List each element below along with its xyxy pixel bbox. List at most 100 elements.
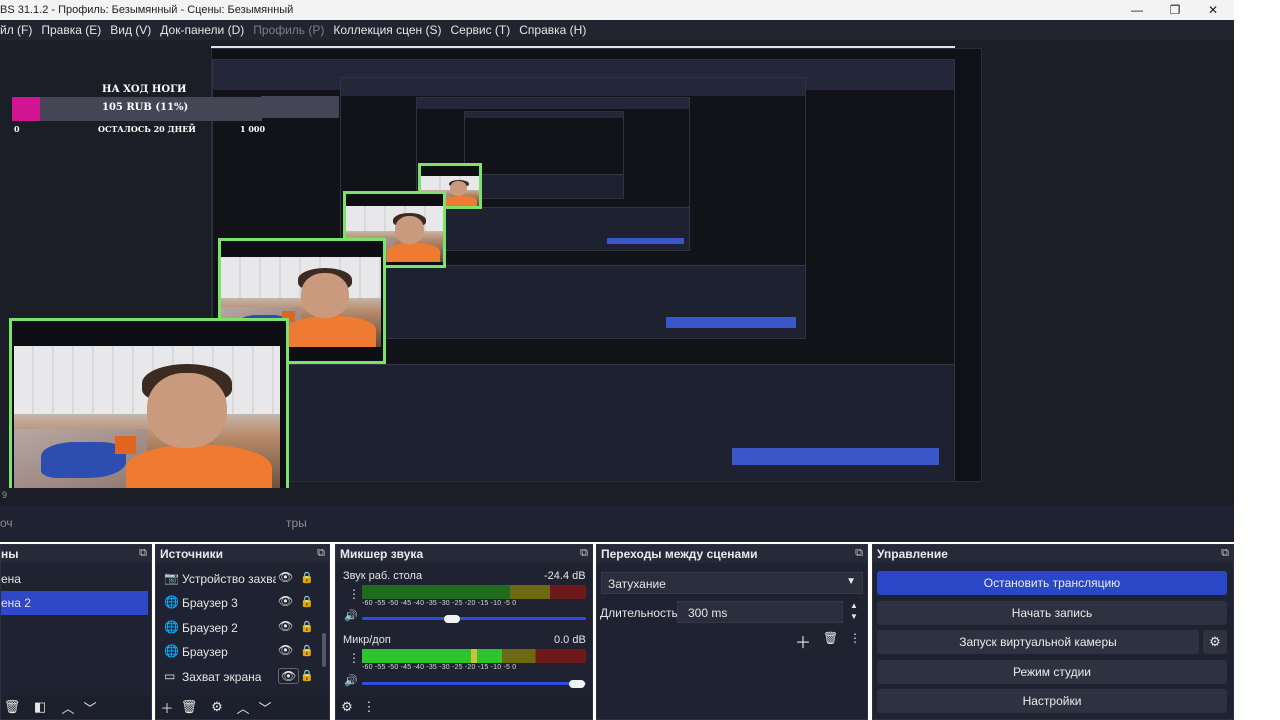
scene-item-2[interactable]: ена 2 <box>1 591 148 615</box>
lock-icon[interactable]: 🔒 <box>300 620 314 633</box>
sources-header: Источники ⧉ <box>156 545 329 563</box>
scene-filters-icon[interactable]: ◧ <box>29 699 51 715</box>
transitions-header: Переходы между сценами ⧉ <box>597 545 867 563</box>
menu-docks[interactable]: Док-панели (D) <box>160 20 244 40</box>
menu-view[interactable]: Вид (V) <box>110 20 151 40</box>
popout-icon[interactable]: ⧉ <box>1221 547 1229 560</box>
webcam-image <box>14 346 280 488</box>
lock-icon[interactable]: 🔒 <box>300 595 314 608</box>
move-down-icon[interactable]: ﹀ <box>254 698 276 717</box>
goal-days-left: ОСТАЛОСЬ 20 ДНЕЙ <box>98 124 196 134</box>
maximize-button[interactable]: ❐ <box>1156 0 1194 20</box>
volume-slider-knob[interactable] <box>443 615 460 623</box>
remove-source-icon[interactable]: 🗑 <box>178 699 200 715</box>
virtual-camera-button[interactable]: Запуск виртуальной камеры <box>877 630 1199 654</box>
move-up-icon[interactable]: ︿ <box>232 698 254 717</box>
preview-bottom-text: 9 <box>2 490 8 500</box>
popout-icon[interactable]: ⧉ <box>317 547 325 560</box>
close-button[interactable]: ✕ <box>1194 0 1232 20</box>
controls-dock: Управление ⧉ Остановить трансляцию Начат… <box>872 544 1234 720</box>
speaker-icon[interactable]: 🔊 <box>344 674 358 687</box>
source-item[interactable]: ▭ Захват экрана 👁 🔒 <box>160 665 324 689</box>
goal-min: 0 <box>14 124 20 134</box>
webcam-frame[interactable] <box>9 318 289 488</box>
title-bar: BS 31.1.2 - Профиль: Безымянный - Сцены:… <box>0 0 1234 20</box>
lock-icon[interactable]: 🔒 <box>300 669 314 682</box>
mixer-settings-icon[interactable]: ⚙ <box>336 699 358 715</box>
studio-mode-button[interactable]: Режим студии <box>877 660 1227 684</box>
eye-icon[interactable]: 👁 <box>278 594 293 608</box>
volume-meter-active <box>362 655 502 663</box>
lock-icon[interactable]: 🔒 <box>300 644 314 657</box>
meter-scale: -60 -55 -50 -45 -40 -35 -30 -25 -20 -15 … <box>362 664 517 671</box>
tab-filters-label[interactable]: тры <box>286 516 307 530</box>
goal-progress-fill <box>12 97 40 121</box>
volume-slider[interactable] <box>362 617 586 620</box>
remove-transition-icon[interactable]: 🗑 <box>823 631 838 645</box>
eye-icon[interactable]: 👁 <box>278 570 293 584</box>
sources-toolbar: ＋ 🗑 ⚙ ︿ ﹀ <box>156 695 329 719</box>
start-record-button[interactable]: Начать запись <box>877 601 1227 625</box>
stop-stream-button[interactable]: Остановить трансляцию <box>877 571 1227 595</box>
source-item[interactable]: 📷 Устройство захва 👁 🔒 <box>160 567 324 591</box>
minimize-button[interactable]: — <box>1118 0 1156 20</box>
preview-area[interactable]: НА ХОД НОГИ 105 RUB (11%) 0 ОСТАЛОСЬ 20 … <box>0 40 1234 488</box>
duration-label: Длительность <box>600 606 678 620</box>
sources-dock: Источники ⧉ 📷 Устройство захва 👁 🔒 🌐 Бра… <box>155 544 330 720</box>
globe-icon: 🌐 <box>164 644 179 658</box>
channel-menu-icon[interactable]: ⋮ <box>348 587 360 601</box>
preview-bottom-strip <box>0 488 1234 506</box>
transition-select[interactable]: Затухание ▼ <box>601 572 863 594</box>
desktop-background <box>1234 0 1280 720</box>
menu-help[interactable]: Справка (H) <box>519 20 586 40</box>
lock-icon[interactable]: 🔒 <box>300 571 314 584</box>
nested-menubar <box>341 78 805 97</box>
eye-icon[interactable]: 👁 <box>278 619 293 633</box>
eye-icon[interactable]: 👁 <box>278 643 293 657</box>
virtual-camera-settings-icon[interactable]: ⚙ <box>1203 630 1227 654</box>
mixer-dock: Микшер звука ⧉ Звук раб. стола -24.4 dB … <box>335 544 593 720</box>
menu-profile[interactable]: Профиль (P) <box>253 20 324 40</box>
source-properties-icon[interactable]: ⚙ <box>206 699 228 715</box>
nested-panels <box>465 173 623 198</box>
tab-left-label[interactable]: оч <box>0 516 13 530</box>
popout-icon[interactable]: ⧉ <box>139 547 147 560</box>
volume-slider[interactable] <box>362 682 586 685</box>
move-down-icon[interactable]: ﹀ <box>79 698 101 717</box>
duration-input[interactable]: 300 ms <box>677 601 843 623</box>
volume-slider-knob[interactable] <box>569 680 586 688</box>
duration-value: 300 ms <box>688 606 728 620</box>
add-transition-icon[interactable]: ＋ <box>795 629 811 653</box>
menu-file[interactable]: йл (F) <box>0 20 32 40</box>
source-item[interactable]: 🌐 Браузер 3 👁 🔒 <box>160 591 324 615</box>
settings-button[interactable]: Настройки <box>877 689 1227 713</box>
add-source-icon[interactable]: ＋ <box>156 698 178 717</box>
dock-tabs-row <box>0 506 1234 542</box>
channel-menu-icon[interactable]: ⋮ <box>348 651 360 665</box>
source-item[interactable]: 🌐 Браузер 2 👁 🔒 <box>160 616 324 640</box>
controls-title: Управление <box>877 547 948 561</box>
move-up-icon[interactable]: ︿ <box>57 698 79 717</box>
transition-menu-icon[interactable]: ⋮ <box>849 631 861 645</box>
scenes-toolbar: 🗑 ◧ ︿ ﹀ <box>1 695 151 719</box>
popout-icon[interactable]: ⧉ <box>855 547 863 560</box>
volume-meter <box>502 655 586 663</box>
menu-scene-collection[interactable]: Коллекция сцен (S) <box>333 20 441 40</box>
volume-meter <box>362 591 586 599</box>
scene-item-1[interactable]: ена <box>1 567 148 591</box>
menu-bar: йл (F) Правка (E) Вид (V) Док-панели (D)… <box>0 20 1234 40</box>
duration-stepper[interactable]: ▲ ▼ <box>850 600 858 622</box>
mixer-menu-icon[interactable]: ⋮ <box>358 699 380 715</box>
speaker-icon[interactable]: 🔊 <box>344 609 358 622</box>
menu-tools[interactable]: Сервис (T) <box>451 20 511 40</box>
source-label: Устройство захва <box>182 572 276 586</box>
menu-edit[interactable]: Правка (E) <box>41 20 101 40</box>
popout-icon[interactable]: ⧉ <box>580 547 588 560</box>
sources-scrollbar[interactable] <box>322 633 326 667</box>
goal-title: НА ХОД НОГИ <box>102 84 187 95</box>
remove-scene-icon[interactable]: 🗑 <box>1 699 23 715</box>
source-item[interactable]: 🌐 Браузер 👁 🔒 <box>160 640 324 664</box>
mixer-title: Микшер звука <box>340 547 424 561</box>
nested-menubar <box>417 98 689 109</box>
eye-icon[interactable]: 👁 <box>278 668 300 684</box>
